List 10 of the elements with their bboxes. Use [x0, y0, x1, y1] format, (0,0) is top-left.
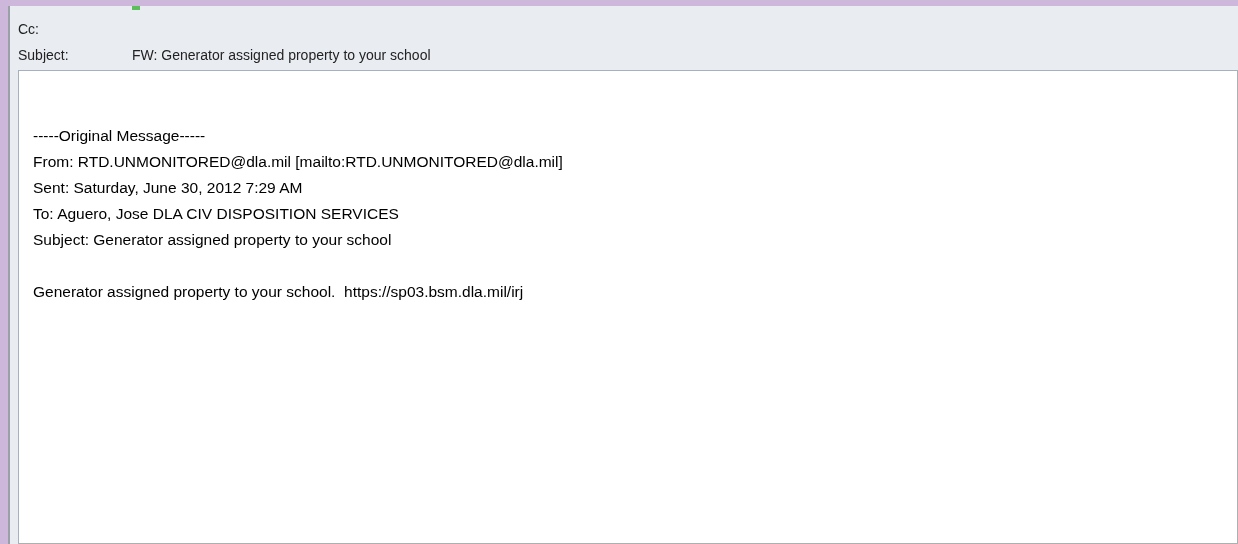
- body-text: To: Aguero, Jose DLA CIV DISPOSITION SERVICES: [33, 205, 399, 222]
- body-text: Subject: Generator assigned property to your school: [33, 231, 392, 248]
- body-text: Sent: Saturday, June 30, 2012 7:29 AM: [33, 179, 303, 196]
- body-text: From: RTD.UNMONITORED@dla.mil [mailto:RTD.UNMONITORED@dla.mil]: [33, 153, 563, 170]
- field-value[interactable]: FW: Generator assigned property to your school: [132, 44, 431, 66]
- message-body[interactable]: [18, 70, 1238, 544]
- field-label: Subject:: [18, 45, 70, 65]
- body-text: -----Original Message-----: [33, 127, 206, 144]
- body-text: Generator assigned property to your school. https://sp03.bsm.dla.mil/irj: [33, 283, 524, 300]
- field-label: Cc:: [18, 19, 40, 39]
